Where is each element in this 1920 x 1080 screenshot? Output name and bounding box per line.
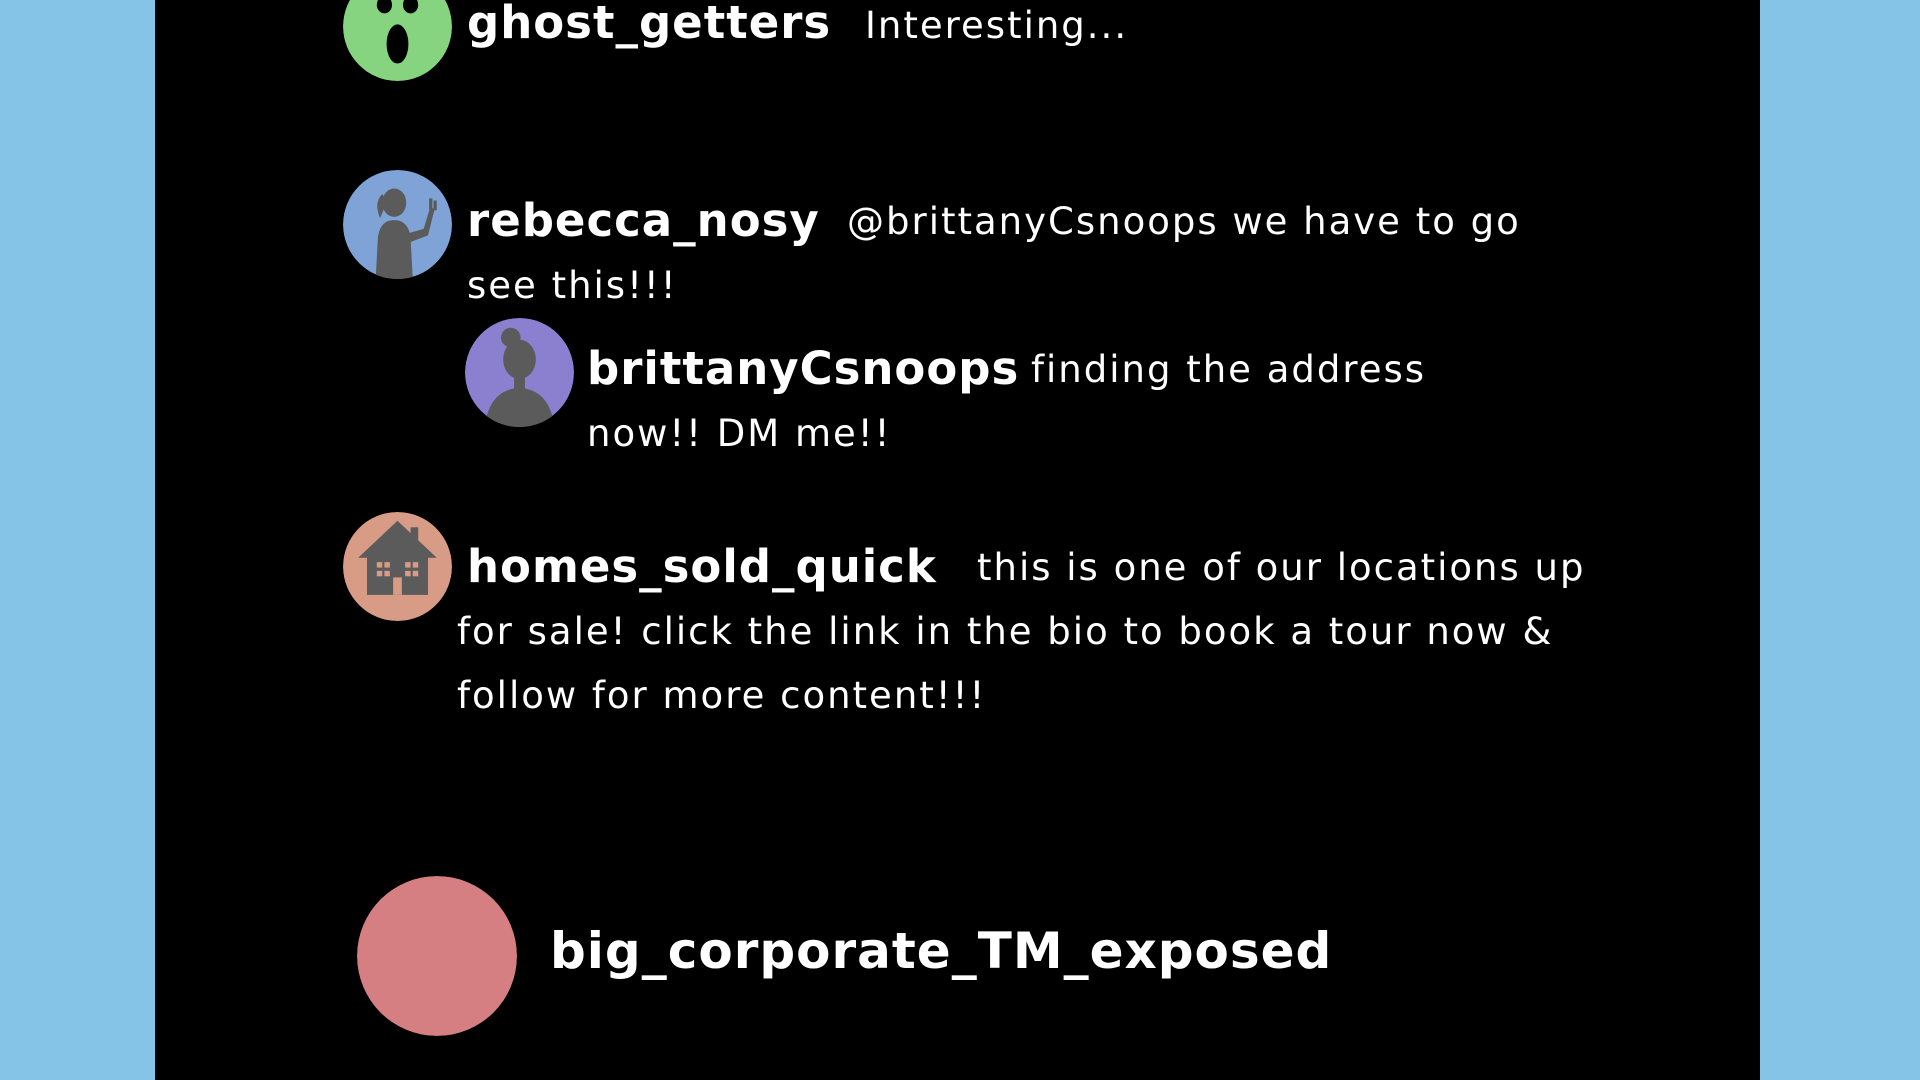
comments-panel: ghost_getters Interesting... rebecca_nos… [155, 0, 1760, 1080]
comment-username[interactable]: big_corporate_TM_exposed [550, 922, 1332, 980]
comment-text-line: follow for more content!!! [457, 674, 987, 717]
comment-text-line: @brittanyCsnoops we have to go [847, 200, 1521, 243]
comment-text-line: this is one of our locations up [977, 546, 1586, 589]
woman-bun-silhouette-icon[interactable] [465, 318, 574, 427]
comment-text: finding the address now!! DM me!! [587, 338, 1426, 466]
comment-text-line: for sale! click the link in the bio to b… [457, 610, 1554, 653]
comment-text: Interesting... [865, 0, 1128, 58]
woman-waving-silhouette-icon[interactable] [343, 170, 452, 279]
comment-username[interactable]: ghost_getters [467, 0, 831, 49]
comment-text: @brittanyCsnoops we have to go see this!… [467, 190, 1521, 318]
blank-avatar-icon[interactable] [357, 876, 517, 1036]
ghost-face-icon[interactable] [343, 0, 452, 81]
house-icon[interactable] [343, 512, 452, 621]
comment-text-line: now!! DM me!! [587, 412, 892, 455]
comment-text-line: see this!!! [467, 264, 678, 307]
comment-text-line: finding the address [1031, 348, 1427, 391]
comment-text-line: Interesting... [865, 4, 1129, 47]
comment-text: this is one of our locations up for sale… [457, 536, 1585, 728]
